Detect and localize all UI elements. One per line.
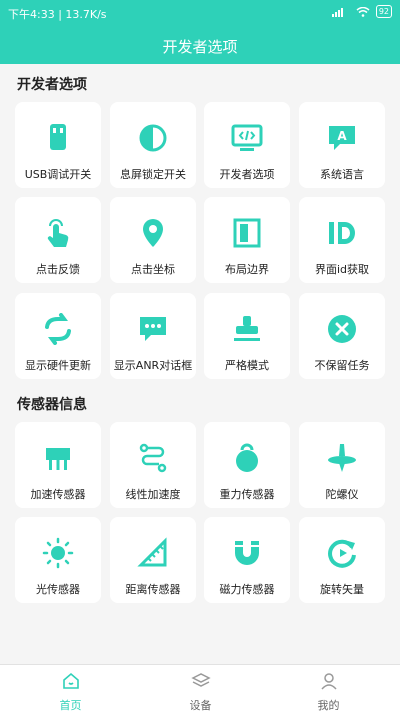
refresh-arrows-icon xyxy=(15,313,101,345)
tile-usb[interactable]: USB调试开关 xyxy=(15,102,101,188)
tile-label: 旋转矢量 xyxy=(320,583,364,596)
stamp-icon xyxy=(204,313,290,345)
tile-tap-hand[interactable]: 点击反馈 xyxy=(15,197,101,283)
tile-id[interactable]: 界面id获取 xyxy=(299,197,385,283)
tile-label: 严格模式 xyxy=(225,359,269,372)
weight-icon xyxy=(204,442,290,474)
section-title-sensors: 传感器信息 xyxy=(17,397,87,413)
tile-layout-bounds[interactable]: 布局边界 xyxy=(204,197,290,283)
tile-label: 加速传感器 xyxy=(30,488,86,501)
battery-indicator: 92 xyxy=(375,5,392,18)
layout-bounds-icon xyxy=(204,217,290,249)
magnet-icon xyxy=(204,537,290,569)
tile-label: 不保留任务 xyxy=(314,359,370,372)
bottom-tab-bar: 首页 设备 我的 xyxy=(0,664,400,711)
usb-icon xyxy=(15,122,101,154)
layers-icon xyxy=(190,673,211,687)
tile-path[interactable]: 线性加速度 xyxy=(110,422,196,508)
tab-home[interactable]: 首页 xyxy=(4,671,137,711)
tile-label: 系统语言 xyxy=(320,168,364,181)
tile-label: 息屏锁定开关 xyxy=(120,168,186,181)
status-icons: 92 xyxy=(331,5,392,18)
tab-mine[interactable]: 我的 xyxy=(262,671,395,711)
tile-label: 陀螺仪 xyxy=(325,488,359,501)
section-title-developer: 开发者选项 xyxy=(17,77,87,93)
page-title: 开发者选项 xyxy=(162,38,238,56)
tile-sun[interactable]: 光传感器 xyxy=(15,517,101,603)
signal-icon xyxy=(331,7,343,17)
tile-label: 开发者选项 xyxy=(219,168,275,181)
tile-dialog-dots[interactable]: 显示ANR对话框 xyxy=(110,293,196,379)
tap-hand-icon xyxy=(15,217,101,249)
tile-rotate[interactable]: 旋转矢量 xyxy=(299,517,385,603)
language-bubble-icon: A xyxy=(299,122,385,154)
tile-label: 重力传感器 xyxy=(219,488,275,501)
tile-half-circle[interactable]: 息屏锁定开关 xyxy=(110,102,196,188)
tile-label: 显示硬件更新 xyxy=(25,359,91,372)
tile-label: 距离传感器 xyxy=(125,583,181,596)
dialog-dots-icon xyxy=(110,313,196,345)
tile-label: 布局边界 xyxy=(225,263,269,276)
tile-location-pin[interactable]: 点击坐标 xyxy=(110,197,196,283)
app-header: 下午4:33 | 13.7K/s 92 开发者选项 xyxy=(0,0,400,64)
tile-label: 显示ANR对话框 xyxy=(113,359,193,372)
close-circle-icon xyxy=(299,313,385,345)
location-pin-icon xyxy=(110,217,196,249)
tab-label-device: 设备 xyxy=(189,699,212,711)
tile-monitor-code[interactable]: 开发者选项 xyxy=(204,102,290,188)
chip-icon xyxy=(15,442,101,474)
tile-language-bubble[interactable]: A 系统语言 xyxy=(299,102,385,188)
tile-label: 界面id获取 xyxy=(314,263,370,276)
tile-weight[interactable]: 重力传感器 xyxy=(204,422,290,508)
tile-stamp[interactable]: 严格模式 xyxy=(204,293,290,379)
monitor-code-icon xyxy=(204,122,290,154)
tile-label: 点击反馈 xyxy=(36,263,80,276)
svg-text:A: A xyxy=(337,129,347,143)
tile-label: 磁力传感器 xyxy=(219,583,275,596)
tile-magnet[interactable]: 磁力传感器 xyxy=(204,517,290,603)
half-circle-icon xyxy=(110,122,196,154)
rotate-icon xyxy=(299,537,385,569)
tile-label: 光传感器 xyxy=(36,583,80,596)
tile-refresh-arrows[interactable]: 显示硬件更新 xyxy=(15,293,101,379)
tab-label-home: 首页 xyxy=(59,699,82,711)
home-icon xyxy=(62,672,79,689)
tile-ruler[interactable]: 距离传感器 xyxy=(110,517,196,603)
tile-label: 点击坐标 xyxy=(131,263,175,276)
tab-device[interactable]: 设备 xyxy=(134,671,267,711)
user-icon xyxy=(320,673,337,690)
tile-label: 线性加速度 xyxy=(125,488,181,501)
tile-chip[interactable]: 加速传感器 xyxy=(15,422,101,508)
status-bar: 下午4:33 | 13.7K/s 92 xyxy=(0,0,400,26)
tab-label-mine: 我的 xyxy=(317,699,340,711)
sun-icon xyxy=(15,537,101,569)
status-time-speed: 下午4:33 | 13.7K/s xyxy=(8,8,107,21)
wifi-icon xyxy=(356,6,370,17)
tile-gyroscope[interactable]: 陀螺仪 xyxy=(299,422,385,508)
ruler-icon xyxy=(110,537,196,569)
path-icon xyxy=(110,442,196,474)
id-icon xyxy=(299,217,385,249)
tile-label: USB调试开关 xyxy=(24,168,92,181)
tile-close-circle[interactable]: 不保留任务 xyxy=(299,293,385,379)
gyroscope-icon xyxy=(299,442,385,474)
